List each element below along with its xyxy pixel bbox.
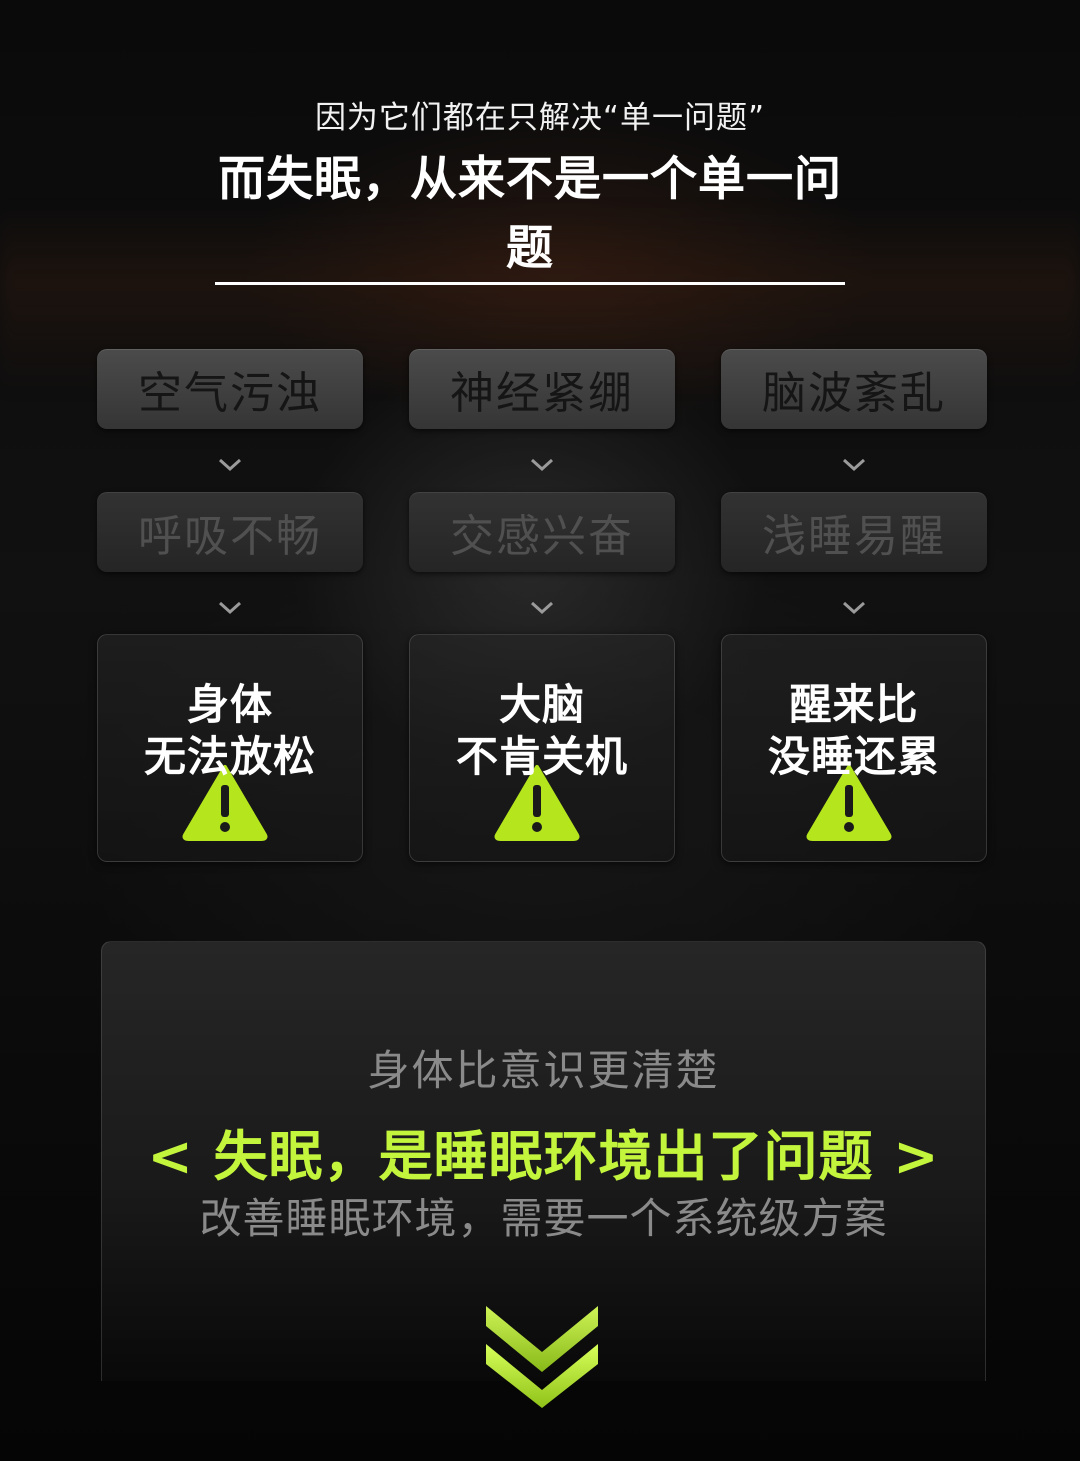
header-title: 而失眠，从来不是一个单一问题 bbox=[215, 140, 845, 285]
result-line-2: 不肯关机 bbox=[455, 732, 628, 781]
effect-box: 交感兴奋 bbox=[409, 492, 675, 572]
result-card: 身体 无法放松 bbox=[97, 634, 363, 862]
conclusion-headline: < 失眠，是睡眠环境出了问题 > bbox=[147, 1125, 940, 1188]
effect-box: 呼吸不畅 bbox=[97, 492, 363, 572]
effect-box: 浅睡易醒 bbox=[721, 492, 987, 572]
result-line-2: 无法放松 bbox=[143, 732, 316, 781]
chevron-down-icon bbox=[841, 454, 867, 474]
cause-box: 神经紧绷 bbox=[409, 349, 675, 429]
cause-box: 脑波紊乱 bbox=[721, 349, 987, 429]
chevron-down-icon bbox=[217, 597, 243, 617]
header-subtitle: 因为它们都在只解决“单一问题” bbox=[314, 100, 766, 136]
conclusion-line-1: 身体比意识更清楚 bbox=[367, 1046, 720, 1095]
problem-column-1: 空气污浊 呼吸不畅 身体 无法放松 bbox=[97, 349, 363, 862]
result-card: 大脑 不肯关机 bbox=[409, 634, 675, 862]
cause-box: 空气污浊 bbox=[97, 349, 363, 429]
result-line-2: 没睡还累 bbox=[767, 732, 940, 781]
conclusion-line-3: 改善睡眠环境，需要一个系统级方案 bbox=[199, 1194, 888, 1243]
chevron-down-icon bbox=[529, 597, 555, 617]
problem-column-3: 脑波紊乱 浅睡易醒 醒来比 没睡还累 bbox=[721, 349, 987, 862]
chevron-down-icon bbox=[841, 597, 867, 617]
problem-column-2: 神经紧绷 交感兴奋 大脑 不肯关机 bbox=[409, 349, 675, 862]
chevron-down-icon bbox=[529, 454, 555, 474]
double-chevron-down-icon bbox=[486, 1306, 598, 1408]
result-card: 醒来比 没睡还累 bbox=[721, 634, 987, 862]
chevron-down-icon bbox=[217, 454, 243, 474]
